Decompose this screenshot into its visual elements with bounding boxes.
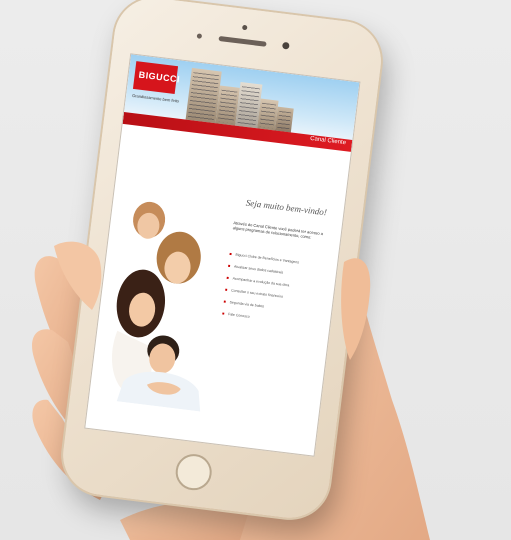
home-button[interactable] [173, 452, 214, 493]
phone-screen: BIGUCCI Grandiosamente bem feito Canal C… [84, 53, 361, 457]
welcome-heading: Seja muito bem-vindo! [245, 197, 328, 218]
family-photo [111, 201, 201, 412]
brand-tagline: Grandiosamente bem feito [131, 92, 180, 104]
intro-text: Através do Canal Cliente você poderá ter… [232, 220, 324, 240]
promo-scene: BIGUCCI Grandiosamente bem feito Canal C… [0, 0, 511, 540]
proximity-sensor [196, 33, 203, 39]
earpiece-speaker [218, 35, 267, 47]
front-sensor [241, 24, 248, 31]
building-image [274, 106, 294, 133]
front-camera [281, 41, 290, 50]
feature-list: Bigucci Clube de Benefícios e Vantagens … [221, 252, 333, 336]
